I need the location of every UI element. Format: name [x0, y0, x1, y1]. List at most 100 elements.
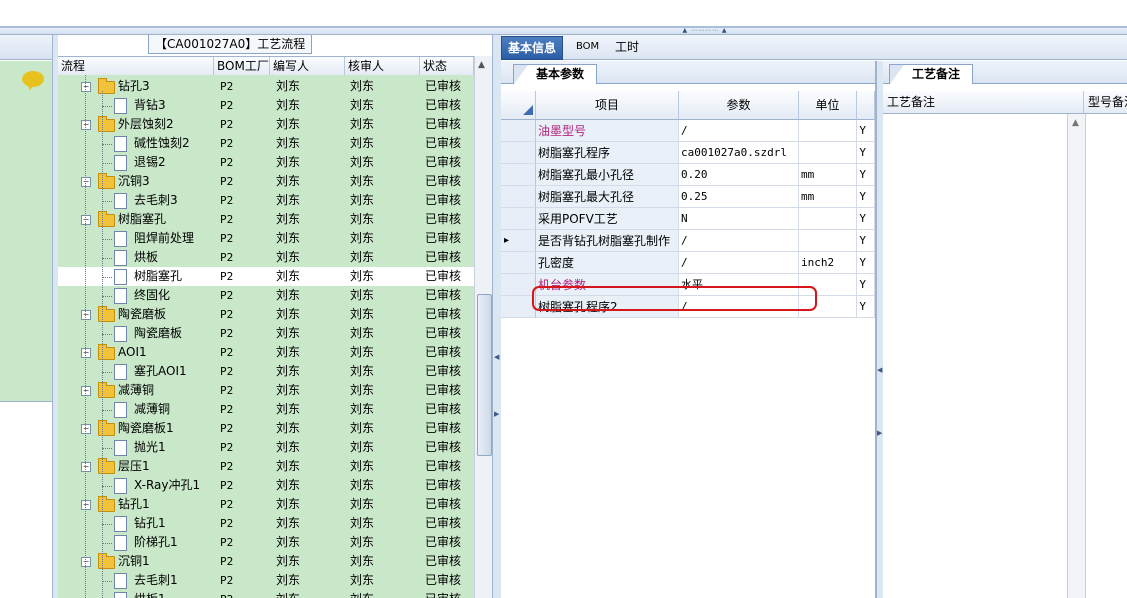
collapse-toggle-icon[interactable]: −: [81, 462, 91, 472]
tree-row[interactable]: 钻孔1 P2 刘东 刘东 已审核: [58, 514, 474, 533]
tree-header: 流程 BOM工厂 编写人 核审人 状态: [58, 56, 474, 76]
col-header-param[interactable]: 参数: [679, 91, 799, 120]
tree-row[interactable]: − 减薄铜 P2 刘东 刘东 已审核: [58, 381, 474, 400]
tree-row[interactable]: 抛光1 P2 刘东 刘东 已审核: [58, 438, 474, 457]
col-header-bom-factory[interactable]: BOM工厂: [214, 57, 270, 75]
param-unit[interactable]: mm: [799, 164, 857, 186]
param-value[interactable]: 0.25: [679, 186, 799, 208]
col-header-flow[interactable]: 流程: [58, 57, 214, 75]
col-header-status[interactable]: 状态: [420, 57, 474, 75]
param-row[interactable]: 油墨型号 / Y: [501, 120, 875, 142]
tree-row[interactable]: − 外层蚀刻2 P2 刘东 刘东 已审核: [58, 115, 474, 134]
collapse-toggle-icon[interactable]: −: [81, 310, 91, 320]
message-icon[interactable]: [22, 71, 44, 90]
tree-row[interactable]: 终固化 P2 刘东 刘东 已审核: [58, 286, 474, 305]
tree-row[interactable]: − 沉铜1 P2 刘东 刘东 已审核: [58, 552, 474, 571]
tree-row[interactable]: 退锡2 P2 刘东 刘东 已审核: [58, 153, 474, 172]
subtab-basic-params[interactable]: 基本参数: [513, 64, 598, 84]
tree-row[interactable]: − 钻孔1 P2 刘东 刘东 已审核: [58, 495, 474, 514]
row-header[interactable]: [501, 208, 536, 230]
param-row[interactable]: 树脂塞孔最大孔径 0.25 mm Y: [501, 186, 875, 208]
param-value[interactable]: /: [679, 252, 799, 274]
tree-row[interactable]: − 陶瓷磨板 P2 刘东 刘东 已审核: [58, 305, 474, 324]
row-header[interactable]: [501, 252, 536, 274]
collapse-toggle-icon[interactable]: −: [81, 424, 91, 434]
param-row[interactable]: 采用POFV工艺 N Y: [501, 208, 875, 230]
tree-row[interactable]: 去毛刺1 P2 刘东 刘东 已审核: [58, 571, 474, 590]
collapse-right-icon[interactable]: ▶: [877, 429, 882, 437]
tree-row[interactable]: 阻焊前处理 P2 刘东 刘东 已审核: [58, 229, 474, 248]
param-value[interactable]: N: [679, 208, 799, 230]
tree-row[interactable]: 陶瓷磨板 P2 刘东 刘东 已审核: [58, 324, 474, 343]
tree-row[interactable]: 烘板1 P2 刘东 刘东 已审核: [58, 590, 474, 598]
tree-row[interactable]: 减薄铜 P2 刘东 刘东 已审核: [58, 400, 474, 419]
tab-basic-info[interactable]: 基本信息: [501, 36, 564, 60]
tree-row[interactable]: − 沉铜3 P2 刘东 刘东 已审核: [58, 172, 474, 191]
col-header-item[interactable]: 项目: [536, 91, 679, 120]
collapse-toggle-icon[interactable]: −: [81, 215, 91, 225]
scroll-thumb[interactable]: [477, 294, 492, 456]
col-header-process-note[interactable]: 工艺备注: [883, 91, 1084, 113]
param-value[interactable]: 0.20: [679, 164, 799, 186]
collapse-left-icon[interactable]: ◀: [494, 353, 499, 361]
collapse-toggle-icon[interactable]: −: [81, 500, 91, 510]
scroll-up-icon[interactable]: ▲: [1072, 118, 1079, 128]
tree-cell-status: 已审核: [425, 421, 462, 435]
col-header-writer[interactable]: 编写人: [270, 57, 345, 75]
param-row[interactable]: 树脂塞孔最小孔径 0.20 mm Y: [501, 164, 875, 186]
col-header-model-note[interactable]: 型号备注: [1084, 91, 1127, 113]
tree-row[interactable]: 碱性蚀刻2 P2 刘东 刘东 已审核: [58, 134, 474, 153]
row-header[interactable]: [501, 142, 536, 164]
row-header[interactable]: [501, 186, 536, 208]
tree-cell-name: 去毛刺1: [134, 573, 178, 587]
param-value[interactable]: /: [679, 120, 799, 142]
row-header[interactable]: [501, 296, 536, 318]
row-header[interactable]: ▸: [501, 230, 536, 252]
param-unit[interactable]: [799, 230, 857, 252]
splitter-grip[interactable]: ▲ ⋯⋯⋯⋯ ▲: [680, 28, 730, 34]
tree-row[interactable]: 树脂塞孔 P2 刘东 刘东 已审核: [58, 267, 474, 286]
tree-row[interactable]: − 树脂塞孔 P2 刘东 刘东 已审核: [58, 210, 474, 229]
collapse-toggle-icon[interactable]: −: [81, 120, 91, 130]
col-header-reviewer[interactable]: 核审人: [345, 57, 420, 75]
notes-scrollbar[interactable]: ▲: [1067, 114, 1086, 598]
collapse-left-icon[interactable]: ◀: [877, 366, 882, 374]
param-value[interactable]: ca001027a0.szdrl: [679, 142, 799, 164]
param-row[interactable]: 树脂塞孔程序 ca001027a0.szdrl Y: [501, 142, 875, 164]
tree-scrollbar[interactable]: ▲: [474, 56, 493, 598]
param-unit[interactable]: inch2: [799, 252, 857, 274]
tree-cell-reviewer: 刘东: [350, 478, 375, 492]
param-unit[interactable]: mm: [799, 186, 857, 208]
scroll-up-icon[interactable]: ▲: [478, 60, 485, 70]
param-row[interactable]: 孔密度 / inch2 Y: [501, 252, 875, 274]
param-value[interactable]: /: [679, 230, 799, 252]
collapse-toggle-icon[interactable]: −: [81, 386, 91, 396]
tree-row[interactable]: 塞孔AOI1 P2 刘东 刘东 已审核: [58, 362, 474, 381]
collapse-toggle-icon[interactable]: −: [81, 177, 91, 187]
param-unit[interactable]: [799, 208, 857, 230]
row-header[interactable]: [501, 164, 536, 186]
tree-row[interactable]: 阶梯孔1 P2 刘东 刘东 已审核: [58, 533, 474, 552]
splitter-strip[interactable]: [0, 28, 1127, 35]
tree-row[interactable]: − 层压1 P2 刘东 刘东 已审核: [58, 457, 474, 476]
collapse-toggle-icon[interactable]: −: [81, 557, 91, 567]
tree-row[interactable]: − 陶瓷磨板1 P2 刘东 刘东 已审核: [58, 419, 474, 438]
tree-row[interactable]: − 钻孔3 P2 刘东 刘东 已审核: [58, 77, 474, 96]
tree-row[interactable]: 去毛刺3 P2 刘东 刘东 已审核: [58, 191, 474, 210]
tab-work-hours[interactable]: 工时: [609, 36, 645, 58]
tree-row[interactable]: − AOI1 P2 刘东 刘东 已审核: [58, 343, 474, 362]
tree-row[interactable]: 烘板 P2 刘东 刘东 已审核: [58, 248, 474, 267]
param-row[interactable]: ▸ 是否背钻孔树脂塞孔制作 / Y: [501, 230, 875, 252]
row-header[interactable]: [501, 274, 536, 296]
collapse-toggle-icon[interactable]: −: [81, 82, 91, 92]
tree-row[interactable]: X-Ray冲孔1 P2 刘东 刘东 已审核: [58, 476, 474, 495]
collapse-right-icon[interactable]: ▶: [494, 410, 499, 418]
collapse-toggle-icon[interactable]: −: [81, 348, 91, 358]
row-header[interactable]: [501, 120, 536, 142]
tree-row[interactable]: 背钻3 P2 刘东 刘东 已审核: [58, 96, 474, 115]
tab-bom[interactable]: BOM: [570, 36, 605, 58]
param-unit[interactable]: [799, 142, 857, 164]
subtab-process-notes[interactable]: 工艺备注: [889, 64, 974, 84]
col-header-unit[interactable]: 单位: [799, 91, 857, 120]
param-unit[interactable]: [799, 120, 857, 142]
